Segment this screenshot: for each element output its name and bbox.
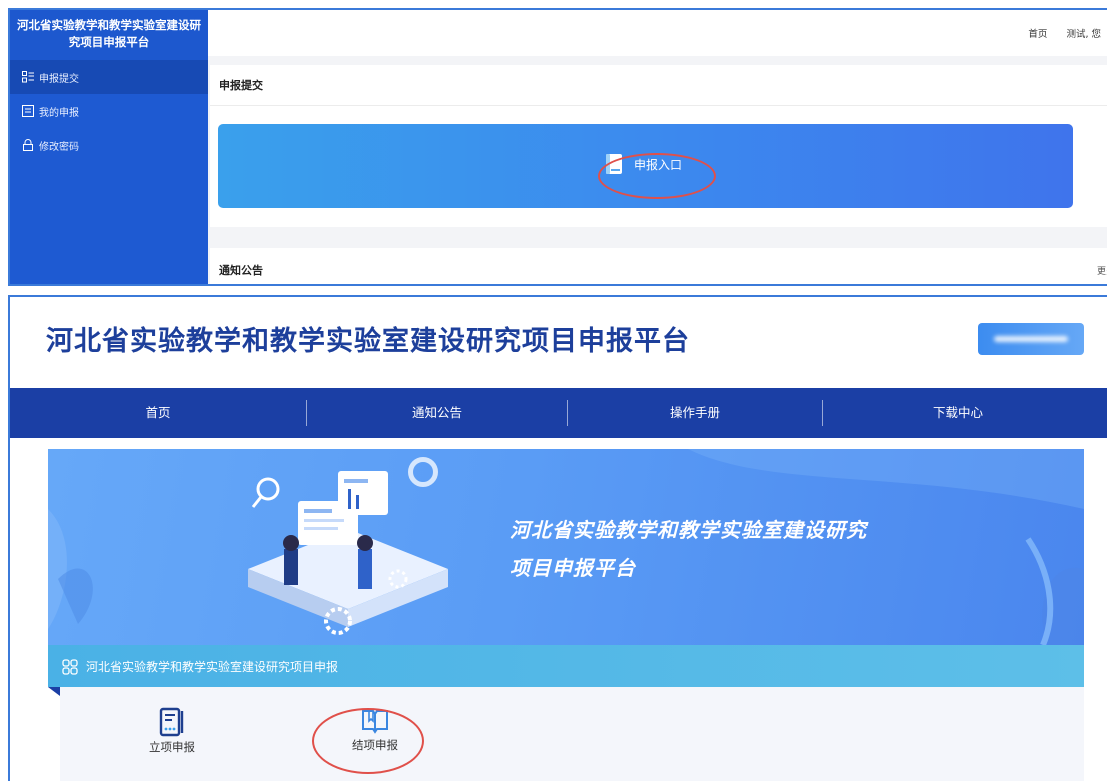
sidebar-item-label: 修改密码	[39, 141, 79, 153]
application-tiles: 立项申报 结项申报	[60, 687, 1084, 781]
sidebar-item-submit[interactable]: 申报提交	[10, 60, 208, 94]
application-entry-content: 申报入口	[602, 152, 682, 176]
section-header-content: 河北省实验教学和教学实验室建设研究项目申报	[62, 658, 338, 675]
sidebar-title: 河北省实验教学和教学实验室建设研 究项目申报平台	[10, 10, 208, 60]
admin-panel-screenshot: 河北省实验教学和教学实验室建设研 究项目申报平台 申报提交 我的申报 修改密码 …	[8, 8, 1107, 286]
notice-card: 通知公告 更多	[210, 248, 1107, 284]
main-nav: 首页 通知公告 操作手册 下载中心	[10, 388, 1107, 438]
application-entry-button[interactable]: 申报入口	[218, 124, 1073, 208]
tile-label: 结项申报	[352, 738, 398, 752]
tile-project-application[interactable]: 立项申报	[132, 707, 212, 755]
sidebar-item-label: 我的申报	[39, 107, 79, 119]
portal-screenshot: 河北省实验教学和教学实验室建设研究项目申报平台 首页 通知公告 操作手册 下载中…	[8, 295, 1107, 781]
notice-card-title: 通知公告	[219, 264, 263, 277]
application-entry-label: 申报入口	[634, 157, 683, 172]
hero-banner: 河北省实验教学和教学实验室建设研究 项目申报平台	[48, 449, 1084, 645]
nav-item-notices[interactable]: 通知公告	[307, 388, 567, 438]
screenshot-composite: 河北省实验教学和教学实验室建设研 究项目申报平台 申报提交 我的申报 修改密码 …	[0, 0, 1107, 781]
submit-card-title: 申报提交	[210, 65, 1107, 106]
tile-label: 立项申报	[149, 740, 195, 754]
tile-completion-application[interactable]: 结项申报	[335, 707, 415, 753]
banner-title: 河北省实验教学和教学实验室建设研究 项目申报平台	[510, 511, 867, 587]
site-title: 河北省实验教学和教学实验室建设研究项目申报平台	[46, 326, 690, 357]
nav-item-manual[interactable]: 操作手册	[568, 388, 822, 438]
sidebar-title-line2: 究项目申报平台	[68, 35, 150, 49]
open-book-icon	[362, 710, 388, 734]
section-header: 河北省实验教学和教学实验室建设研究项目申报	[48, 645, 1084, 687]
home-link[interactable]: 首页	[1028, 29, 1047, 40]
decorative-ring	[408, 457, 438, 487]
grid-icon	[62, 658, 78, 675]
top-links: 首页 测试, 您	[1012, 26, 1101, 40]
lock-icon	[23, 139, 33, 151]
sidebar-title-line1: 河北省实验教学和教学实验室建设研	[17, 18, 201, 32]
sidebar-item-label: 申报提交	[39, 73, 79, 85]
nav-item-downloads[interactable]: 下载中心	[823, 388, 1093, 438]
sidebar: 河北省实验教学和教学实验室建设研 究项目申报平台 申报提交 我的申报 修改密码	[10, 10, 208, 284]
application-form-icon	[159, 707, 184, 737]
banner-title-line2: 项目申报平台	[510, 556, 636, 580]
blurred-username	[994, 336, 1068, 342]
submit-card: 申报提交 申报入口	[210, 65, 1107, 227]
sidebar-item-my-applications[interactable]: 我的申报	[10, 94, 208, 128]
list-icon	[22, 71, 34, 83]
top-bar: 首页 测试, 您	[208, 10, 1107, 56]
document-icon	[22, 105, 34, 117]
book-icon	[606, 154, 622, 174]
section-title: 河北省实验教学和教学实验室建设研究项目申报	[86, 660, 339, 674]
more-link[interactable]: 更多	[1097, 264, 1107, 277]
section-header-fold	[48, 687, 60, 696]
nav-item-home[interactable]: 首页	[10, 388, 306, 438]
user-greeting[interactable]: 测试, 您	[1066, 29, 1101, 40]
banner-title-line1: 河北省实验教学和教学实验室建设研究	[510, 518, 867, 542]
sidebar-item-change-password[interactable]: 修改密码	[10, 128, 208, 162]
user-account-button[interactable]	[978, 323, 1084, 355]
